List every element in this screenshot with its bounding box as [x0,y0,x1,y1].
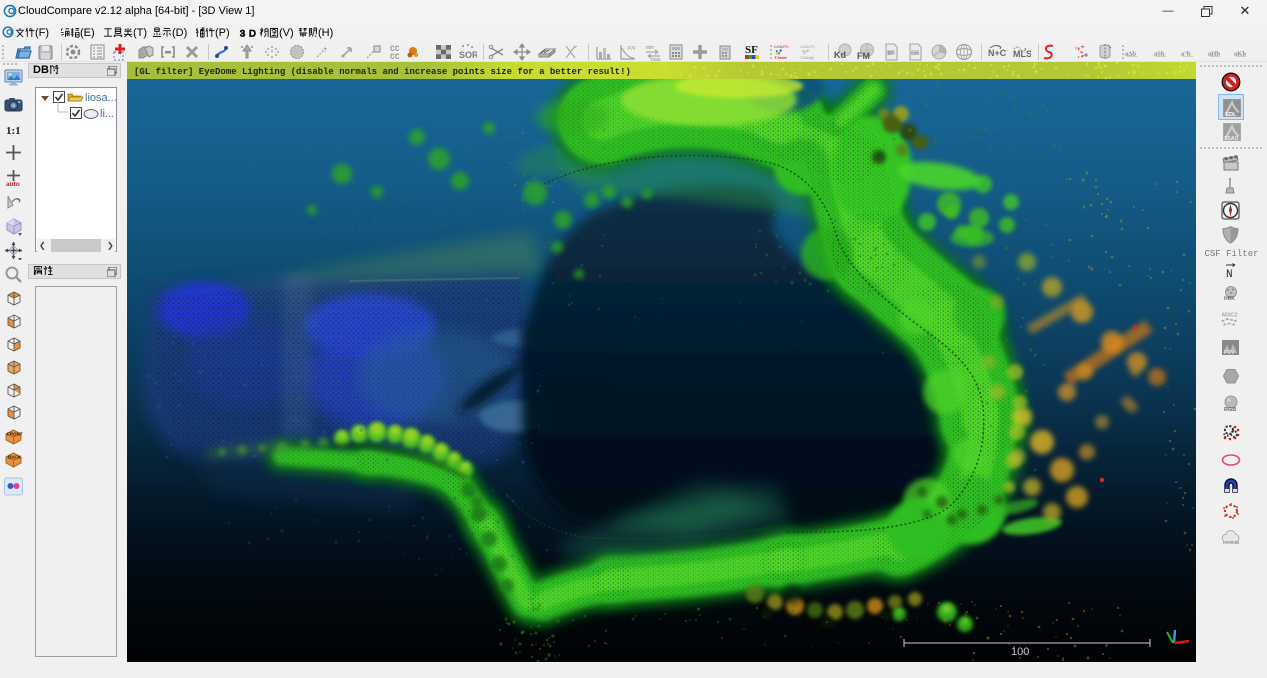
svg-text:SF: SF [745,44,758,56]
svg-text:SOR: SOR [459,50,477,60]
svg-text:p,q: p,q [628,45,635,51]
svg-text:D: D [249,29,256,38]
svg-text:BACK: BACK [8,455,22,460]
svg-text:M3C2: M3C2 [1222,312,1238,318]
svg-text:HRK: HRK [1224,296,1235,302]
svg-text:Kd: Kd [834,50,846,60]
svg-text:SSAO: SSAO [1224,136,1238,142]
svg-text:MLS: MLS [1013,49,1031,59]
svg-text:PCV: PCV [1224,350,1235,356]
svg-text:FM: FM [857,51,870,61]
svg-text:RGB: RGB [1224,407,1236,413]
svg-text:li...: li... [100,108,114,120]
svg-text:N: N [1226,269,1233,280]
svg-text:CANUPO: CANUPO [800,45,815,49]
svg-text:min: min [646,45,654,51]
svg-text:auto: auto [6,181,20,187]
svg-text:CC: CC [390,53,400,62]
svg-text:LASLIB: LASLIB [1223,540,1240,545]
svg-text:100: 100 [1011,646,1029,658]
svg-text:1:1: 1:1 [6,125,21,137]
svg-text:liosa...: liosa... [85,92,116,104]
svg-text:N+C: N+C [988,48,1006,58]
svg-text:Create: Create [775,55,787,60]
svg-text:EDL: EDL [1225,112,1237,118]
svg-text:3: 3 [240,29,245,38]
svg-text:BP: BP [888,51,894,56]
svg-text:CANUPO: CANUPO [774,45,789,49]
svg-text:FRONT: FRONT [7,432,23,437]
svg-text:[GL filter] EyeDome Lighting (: [GL filter] EyeDome Lighting (disable no… [134,67,631,77]
svg-text:Classify: Classify [801,55,815,60]
svg-text:CSV: CSV [911,51,920,56]
